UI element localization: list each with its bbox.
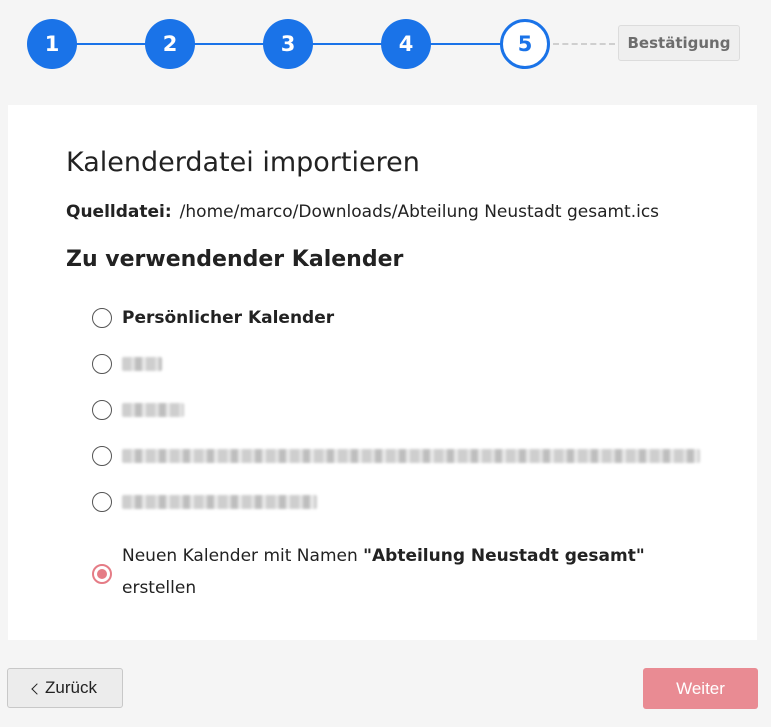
wizard-stepper: 1 2 3 4 5 Bestätigung	[0, 0, 771, 90]
calendar-option-new[interactable]: Neuen Kalender mit Namen "Abteilung Neus…	[92, 540, 662, 604]
step-number: 4	[398, 32, 414, 56]
new-calendar-prefix: Neuen Kalender mit Namen	[122, 546, 358, 566]
step-connector	[193, 43, 268, 45]
next-button[interactable]: Weiter	[643, 668, 758, 709]
step-connector-pending	[553, 43, 615, 45]
step-number: 2	[162, 32, 178, 56]
calendar-section-heading: Zu verwendender Kalender	[66, 247, 404, 272]
redacted-label	[122, 357, 162, 371]
step-confirmation-label: Bestätigung	[627, 34, 731, 52]
new-calendar-text: Neuen Kalender mit Namen "Abteilung Neus…	[122, 540, 662, 604]
new-calendar-suffix: erstellen	[122, 578, 197, 598]
redacted-label	[122, 449, 700, 463]
next-button-label: Weiter	[676, 678, 725, 698]
radio-button[interactable]	[92, 354, 112, 374]
step-confirmation: Bestätigung	[618, 25, 740, 61]
calendar-option-redacted[interactable]	[92, 492, 317, 512]
chevron-left-icon	[31, 682, 43, 695]
import-card: Kalenderdatei importieren Quelldatei: /ho…	[8, 105, 757, 640]
step-5-current: 5	[500, 19, 550, 69]
step-3[interactable]: 3	[263, 19, 313, 69]
calendar-option-redacted[interactable]	[92, 446, 700, 466]
redacted-label	[122, 403, 184, 417]
step-2[interactable]: 2	[145, 19, 195, 69]
source-file-path: /home/marco/Downloads/Abteilung Neustadt…	[179, 202, 660, 222]
back-button[interactable]: Zurück	[7, 668, 123, 708]
redacted-label	[122, 495, 317, 509]
radio-button-checked[interactable]	[92, 564, 112, 584]
step-4[interactable]: 4	[381, 19, 431, 69]
radio-button[interactable]	[92, 308, 112, 328]
source-file-row: Quelldatei: /home/marco/Downloads/Abteilu…	[66, 202, 659, 222]
step-number: 3	[280, 32, 296, 56]
calendar-option-redacted[interactable]	[92, 400, 184, 420]
step-connector	[75, 43, 150, 45]
page-title: Kalenderdatei importieren	[66, 147, 420, 178]
calendar-option-personal[interactable]: Persönlicher Kalender	[92, 308, 334, 328]
new-calendar-name: "Abteilung Neustadt gesamt"	[363, 546, 645, 566]
step-connector	[429, 43, 504, 45]
radio-button[interactable]	[92, 446, 112, 466]
step-1[interactable]: 1	[27, 19, 77, 69]
calendar-option-label: Persönlicher Kalender	[122, 308, 335, 328]
radio-button[interactable]	[92, 492, 112, 512]
source-file-label: Quelldatei:	[66, 202, 172, 222]
calendar-option-redacted[interactable]	[92, 354, 162, 374]
step-number: 5	[517, 32, 533, 56]
radio-button[interactable]	[92, 400, 112, 420]
step-connector	[311, 43, 386, 45]
step-number: 1	[44, 32, 60, 56]
back-button-label: Zurück	[45, 678, 97, 697]
